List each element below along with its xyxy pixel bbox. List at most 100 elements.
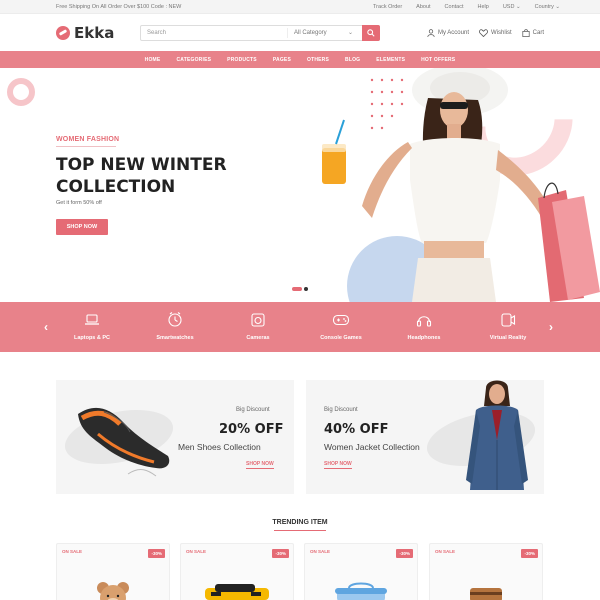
about-link[interactable]: About [416, 4, 430, 10]
account-link[interactable]: My Account [427, 29, 469, 37]
hero-title: TOP NEW WINTER COLLECTION [56, 154, 256, 198]
promo-banner-shoes[interactable]: Big Discount 20% OFF Men Shoes Collectio… [56, 380, 294, 494]
header-actions: My Account Wishlist Cart [427, 29, 544, 37]
laptop-icon [85, 314, 99, 325]
banner-description: Women Jacket Collection [324, 442, 420, 452]
category-headphones[interactable]: Headphones [384, 312, 464, 341]
country-select[interactable]: Country ⌄ [535, 4, 560, 10]
logo-mark-icon [56, 26, 70, 40]
slider-dot-active[interactable] [292, 287, 302, 291]
nav-item-hot-offers[interactable]: HOT OFFERS [421, 57, 455, 63]
discount-badge: -30% [396, 549, 413, 558]
promo-text: Free Shipping On All Order Over $100 Cod… [56, 4, 182, 10]
contact-link[interactable]: Contact [445, 4, 464, 10]
banner-offer: 40% OFF [324, 422, 389, 437]
wishlist-link[interactable]: Wishlist [479, 29, 512, 37]
category-console-games[interactable]: Console Games [301, 312, 381, 341]
logo[interactable]: Ekka [56, 24, 114, 42]
product-card[interactable]: ON SALE -30% [429, 543, 543, 600]
on-sale-badge: ON SALE [435, 549, 456, 554]
on-sale-badge: ON SALE [310, 549, 331, 554]
header: Ekka Search All Category ⌄ My Account Wi… [0, 14, 600, 51]
chevron-down-icon: ⌄ [348, 30, 354, 36]
chevron-down-icon: ⌄ [555, 4, 560, 10]
promo-banner-jacket[interactable]: Big Discount 40% OFF Women Jacket Collec… [306, 380, 544, 494]
watch-icon [168, 312, 182, 327]
banner-shop-now-link[interactable]: SHOP NOW [324, 461, 352, 469]
slider-pagination [292, 287, 308, 291]
hat-product-image [470, 588, 502, 600]
nav-item-elements[interactable]: ELEMENTS [376, 57, 405, 63]
nav-item-home[interactable]: HOME [145, 57, 161, 63]
country-label: Country [534, 4, 554, 10]
category-label: Virtual Reality [489, 335, 527, 341]
banner-shop-now-link[interactable]: SHOP NOW [246, 461, 274, 469]
shoe-image [78, 407, 170, 477]
category-cameras[interactable]: Cameras [218, 312, 298, 341]
category-label: Headphones [407, 335, 441, 341]
shop-now-button[interactable]: SHOP NOW [56, 219, 108, 235]
decorative-ring [7, 78, 35, 106]
cart-label: Cart [532, 30, 544, 36]
nav-item-products[interactable]: PRODUCTS [227, 57, 257, 63]
banner-description: Men Shoes Collection [178, 442, 261, 452]
cart-link[interactable]: Cart [522, 29, 544, 37]
bag-product-image [335, 582, 387, 600]
currency-select[interactable]: USD ⌄ [503, 4, 521, 10]
category-virtual-reality[interactable]: Virtual Reality [468, 312, 548, 341]
banner-eyebrow: Big Discount [324, 407, 358, 413]
top-bar: Free Shipping On All Order Over $100 Cod… [0, 0, 600, 14]
chevron-down-icon: ⌄ [515, 4, 521, 10]
search-bar: Search All Category ⌄ [140, 25, 380, 41]
discount-badge: -30% [272, 549, 289, 558]
main-nav: HOME CATEGORIES PRODUCTS PAGES OTHERS BL… [0, 51, 600, 68]
vr-icon [501, 313, 516, 327]
search-input[interactable]: Search [147, 30, 166, 36]
category-laptops[interactable]: Laptops & PC [52, 312, 132, 341]
search-divider [287, 28, 288, 38]
bag-icon [522, 29, 530, 37]
category-smartwatches[interactable]: Smartwatches [135, 312, 215, 341]
category-label: Laptops & PC [73, 335, 111, 341]
search-button[interactable] [362, 25, 380, 41]
banner-eyebrow: Big Discount [236, 407, 270, 413]
search-icon [367, 29, 375, 37]
nav-item-pages[interactable]: PAGES [273, 57, 291, 63]
discount-badge: -30% [521, 549, 538, 558]
category-label: Smartwatches [156, 335, 194, 341]
nav-item-others[interactable]: OTHERS [307, 57, 329, 63]
nav-item-blog[interactable]: BLOG [345, 57, 360, 63]
wishlist-label: Wishlist [490, 30, 512, 36]
nav-item-categories[interactable]: CATEGORIES [176, 57, 211, 63]
product-card[interactable]: ON SALE -30% [180, 543, 294, 600]
hero-model-image [322, 68, 600, 302]
slider-dot[interactable] [304, 287, 308, 291]
hero-title-line-2: COLLECTION [56, 177, 176, 197]
category-select[interactable]: All Category [294, 30, 327, 36]
category-label: Cameras [246, 335, 270, 341]
hero-title-line-1: TOP NEW WINTER [56, 155, 227, 175]
on-sale-badge: ON SALE [62, 549, 83, 554]
jacket-model-image [466, 380, 528, 490]
hero-slider: WOMEN FASHION TOP NEW WINTER COLLECTION … [0, 68, 600, 302]
headphones-icon [416, 316, 432, 327]
section-title: TRENDING ITEM [272, 519, 328, 526]
gamepad-icon [332, 314, 350, 326]
banner-offer: 20% OFF [219, 422, 284, 437]
account-label: My Account [437, 30, 469, 36]
section-title-underline [274, 530, 326, 531]
top-links: Track Order About Contact Help USD ⌄ Cou… [373, 4, 560, 10]
product-card[interactable]: ON SALE -30% [56, 543, 170, 600]
on-sale-badge: ON SALE [186, 549, 207, 554]
category-carousel: ‹ › Laptops & PC Smartwatches Cameras Co… [0, 302, 600, 352]
toy-car-image [205, 584, 269, 600]
discount-badge: -30% [148, 549, 165, 558]
chevron-left-icon[interactable]: ‹ [44, 320, 48, 334]
hero-subtitle: Get it form 50% off [56, 200, 102, 206]
help-link[interactable]: Help [478, 4, 489, 10]
teddy-bear-image [97, 582, 129, 600]
track-order-link[interactable]: Track Order [373, 4, 402, 10]
chevron-right-icon[interactable]: › [549, 320, 553, 334]
product-card[interactable]: ON SALE -30% [304, 543, 418, 600]
currency-label: USD [502, 4, 515, 10]
